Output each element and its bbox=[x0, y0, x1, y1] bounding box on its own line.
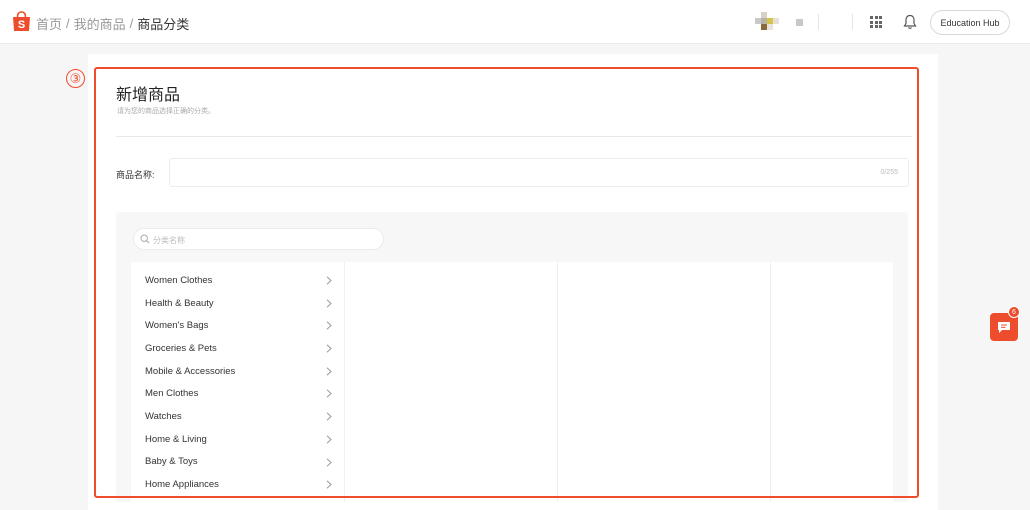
chat-unread-badge: 6 bbox=[1008, 306, 1020, 318]
chevron-right-icon bbox=[326, 480, 332, 489]
page-subtitle: 请为您的商品选择正确的分类。 bbox=[117, 108, 215, 115]
divider bbox=[852, 14, 853, 30]
chevron-right-icon bbox=[326, 389, 332, 399]
breadcrumb-home[interactable]: 首页 bbox=[36, 14, 62, 33]
shopee-bag-icon[interactable]: S bbox=[12, 11, 31, 32]
product-name-input[interactable]: 0/255 bbox=[169, 158, 909, 187]
search-icon bbox=[140, 234, 150, 244]
category-level-2 bbox=[345, 262, 558, 502]
avatar[interactable] bbox=[755, 12, 781, 34]
chevron-right-icon bbox=[326, 435, 332, 444]
chevron-right-icon bbox=[326, 321, 332, 330]
category-item-label: Home Appliances bbox=[145, 479, 219, 491]
category-item[interactable]: Mobile & Accessories bbox=[131, 360, 344, 383]
category-item[interactable]: Health & Beauty bbox=[131, 292, 344, 315]
category-item[interactable]: Men Clothes bbox=[131, 382, 344, 405]
chevron-right-icon bbox=[326, 276, 332, 285]
page-title: 新增商品 bbox=[116, 87, 181, 104]
chevron-right-icon bbox=[326, 457, 332, 467]
chevron-right-icon bbox=[326, 367, 332, 376]
bell-icon[interactable] bbox=[903, 14, 917, 30]
category-item[interactable]: Women's Bags bbox=[131, 314, 344, 337]
apps-grid-icon[interactable] bbox=[870, 16, 882, 28]
search-placeholder: 分类名称 bbox=[153, 236, 185, 245]
category-item-label: Women Clothes bbox=[145, 274, 213, 286]
category-item[interactable]: Women Clothes bbox=[131, 269, 344, 292]
category-level-3 bbox=[558, 262, 771, 502]
category-item[interactable]: Home & Living bbox=[131, 428, 344, 451]
category-item[interactable]: Home Appliances bbox=[131, 473, 344, 496]
breadcrumb-separator: / bbox=[129, 16, 134, 31]
category-item-label: Mobile & Accessories bbox=[145, 365, 236, 377]
category-item-label: Baby & Toys bbox=[145, 456, 198, 468]
category-search-input[interactable]: 分类名称 bbox=[133, 228, 384, 250]
category-level-4 bbox=[771, 262, 893, 502]
username-placeholder bbox=[796, 19, 803, 26]
breadcrumb-current: 商品分类 bbox=[137, 17, 190, 32]
category-item[interactable]: Baby & Toys bbox=[131, 451, 344, 474]
category-item[interactable]: Watches bbox=[131, 405, 344, 428]
breadcrumb-my-products[interactable]: 我的商品 bbox=[74, 14, 126, 33]
step-badge: ③ bbox=[66, 69, 85, 88]
category-level-1: Women Clothes Health & Beauty Women's Bags… bbox=[131, 262, 345, 502]
category-item-label: Groceries & Pets bbox=[145, 342, 217, 354]
category-item-label: Watches bbox=[145, 410, 182, 422]
breadcrumb: 首页 / 我的商品 / 商品分类 bbox=[36, 14, 189, 33]
category-item-label: Men Clothes bbox=[145, 388, 199, 400]
divider bbox=[818, 14, 819, 30]
chat-icon bbox=[998, 322, 1010, 333]
category-item-label: Health & Beauty bbox=[145, 297, 214, 309]
product-name-label: 商品名称: bbox=[116, 170, 155, 180]
category-item-label: Women's Bags bbox=[145, 320, 209, 332]
chevron-right-icon bbox=[326, 299, 332, 308]
education-hub-button[interactable]: Education Hub bbox=[930, 10, 1010, 35]
category-item-label: Home & Living bbox=[145, 433, 207, 445]
top-bar: S 首页 / 我的商品 / 商品分类 Education Hub bbox=[0, 0, 1030, 44]
chevron-right-icon bbox=[326, 412, 332, 421]
svg-text:S: S bbox=[18, 19, 25, 31]
category-columns: Women Clothes Health & Beauty Women's Bags… bbox=[131, 262, 893, 502]
breadcrumb-separator: / bbox=[66, 16, 70, 31]
category-item[interactable]: Groceries & Pets bbox=[131, 337, 344, 360]
chevron-right-icon bbox=[326, 344, 332, 353]
divider bbox=[116, 136, 912, 137]
product-name-counter: 0/255 bbox=[880, 169, 898, 176]
